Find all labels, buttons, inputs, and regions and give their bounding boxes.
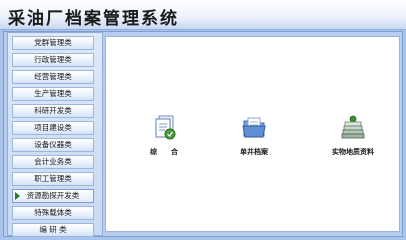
module-label: 实物地质资料 [332,148,374,156]
sidebar-item-label: 科研开发类 [34,106,72,115]
sidebar-item-admin[interactable]: 行政管理类 [12,53,94,67]
sidebar-item-label: 项目建设类 [34,123,72,132]
folder-icon [240,113,268,141]
sidebar-item-production[interactable]: 生产管理类 [12,87,94,101]
sidebar: 党群管理类 行政管理类 经营管理类 生产管理类 科研开发类 项目建设类 设备仪器… [7,32,103,237]
sidebar-item-label: 生产管理类 [34,89,72,98]
title-bar: 采油厂档案管理系统 [0,0,406,30]
sidebar-item-business[interactable]: 经营管理类 [12,70,94,84]
active-arrow-icon [15,192,20,200]
sidebar-item-projects[interactable]: 项目建设类 [12,121,94,135]
sidebar-item-exploration[interactable]: 资源勘探开发类 [12,189,94,203]
module-label: 综 合 [150,148,178,156]
sidebar-item-equipment[interactable]: 设备仪器类 [12,138,94,152]
sidebar-item-label: 经营管理类 [34,72,72,81]
module-single-well[interactable]: 单井档案 [224,113,284,157]
module-label: 单井档案 [240,148,268,156]
content-panel: 综 合 单井档案 实物地质资料 [105,36,400,232]
module-general[interactable]: 综 合 [134,113,194,157]
book-stack-icon [339,113,367,141]
main-frame: 党群管理类 行政管理类 经营管理类 生产管理类 科研开发类 项目建设类 设备仪器… [3,31,403,237]
sidebar-item-label: 资源勘探开发类 [26,191,80,200]
sidebar-item-label: 编 研 类 [39,225,67,234]
sidebar-item-party[interactable]: 党群管理类 [12,36,94,50]
app-title: 采油厂档案管理系统 [8,9,179,29]
sidebar-item-label: 特殊载体类 [34,208,72,217]
sidebar-item-label: 党群管理类 [34,38,72,47]
module-physical-geology[interactable]: 实物地质资料 [318,113,388,157]
sidebar-item-label: 设备仪器类 [34,140,72,149]
sidebar-item-staff[interactable]: 职工管理类 [12,172,94,186]
sidebar-item-special-media[interactable]: 特殊载体类 [12,206,94,220]
sidebar-item-label: 职工管理类 [34,174,72,183]
sidebar-item-label: 行政管理类 [34,55,72,64]
sidebar-item-research[interactable]: 科研开发类 [12,104,94,118]
sidebar-item-accounting[interactable]: 会计业务类 [12,155,94,169]
sidebar-item-label: 会计业务类 [34,157,72,166]
sidebar-item-compilation[interactable]: 编 研 类 [12,223,94,237]
document-stack-icon [150,113,178,141]
